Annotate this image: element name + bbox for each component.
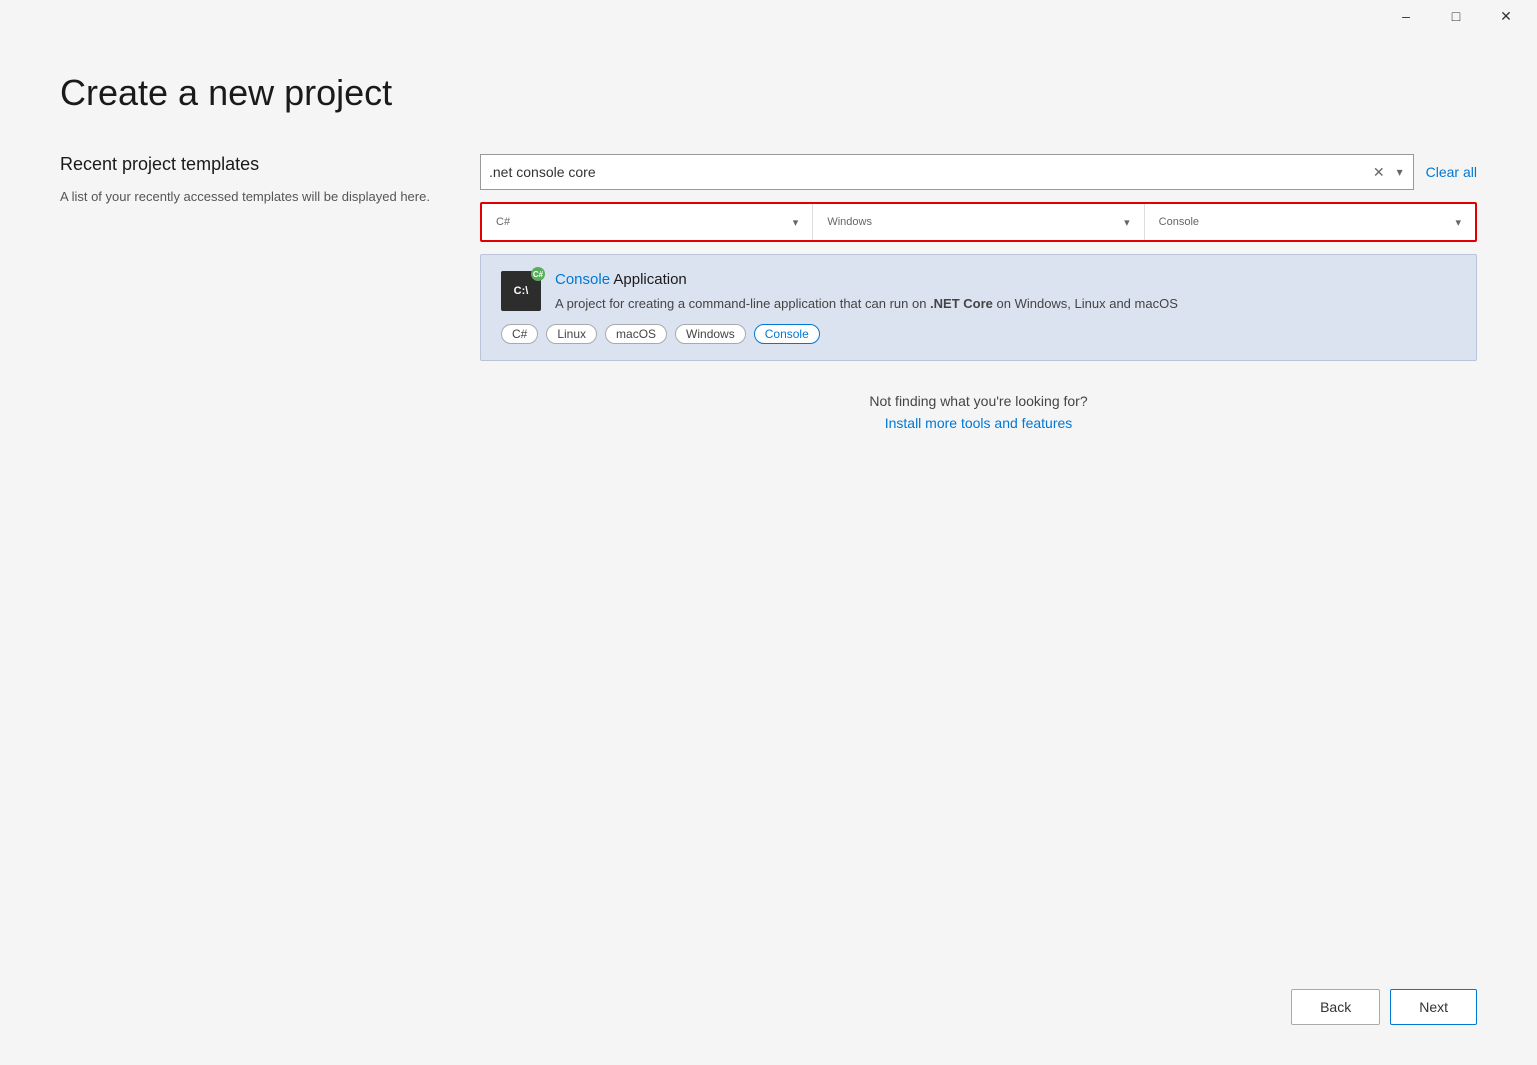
not-finding-text: Not finding what you're looking for? <box>480 393 1477 409</box>
titlebar: – □ ✕ <box>0 0 1537 32</box>
platform-filter-chevron: ▾ <box>1124 216 1130 229</box>
project-type-filter-chevron: ▾ <box>1455 216 1461 229</box>
language-filter-value: C# <box>496 216 510 228</box>
not-finding-section: Not finding what you're looking for? Ins… <box>480 393 1477 433</box>
language-filter-chevron: ▾ <box>793 216 799 229</box>
tag-linux: Linux <box>546 324 597 344</box>
template-info: Console Application A project for creati… <box>555 271 1456 314</box>
results-area: C:\ C# Console Application A project for… <box>480 254 1477 361</box>
template-card-console-app[interactable]: C:\ C# Console Application A project for… <box>480 254 1477 361</box>
search-box: ✕ ▾ <box>480 154 1414 190</box>
platform-filter[interactable]: Windows ▾ <box>813 204 1144 240</box>
page-content: Create a new project Recent project temp… <box>0 32 1537 1065</box>
template-name: Console Application <box>555 271 1456 288</box>
clear-all-button[interactable]: Clear all <box>1426 164 1477 180</box>
recent-templates-desc: A list of your recently accessed templat… <box>60 187 440 207</box>
template-tags: C# Linux macOS Windows Console <box>501 324 1456 344</box>
project-type-filter-value: Console <box>1159 216 1199 228</box>
template-icon: C:\ C# <box>501 271 541 311</box>
close-button[interactable]: ✕ <box>1483 0 1529 32</box>
next-button[interactable]: Next <box>1390 989 1477 1025</box>
minimize-button[interactable]: – <box>1383 0 1429 32</box>
template-name-highlight: Console <box>555 271 610 288</box>
template-name-suffix: Application <box>610 271 687 288</box>
main-area: Recent project templates A list of your … <box>60 154 1477 969</box>
back-button[interactable]: Back <box>1291 989 1380 1025</box>
template-desc-prefix: A project for creating a command-line ap… <box>555 296 930 311</box>
main-window: – □ ✕ Create a new project Recent projec… <box>0 0 1537 1065</box>
tag-csharp: C# <box>501 324 538 344</box>
template-icon-text: C:\ <box>514 285 529 297</box>
search-input[interactable] <box>489 164 1363 180</box>
maximize-button[interactable]: □ <box>1433 0 1479 32</box>
recent-templates-title: Recent project templates <box>60 154 440 175</box>
tag-windows: Windows <box>675 324 746 344</box>
template-desc: A project for creating a command-line ap… <box>555 294 1456 314</box>
template-icon-badge: C# <box>531 267 545 281</box>
right-panel: ✕ ▾ Clear all C# ▾ Windows ▾ <box>480 154 1477 969</box>
tag-console: Console <box>754 324 820 344</box>
template-desc-suffix: on Windows, Linux and macOS <box>993 296 1178 311</box>
platform-filter-value: Windows <box>827 216 872 228</box>
footer: Back Next <box>60 969 1477 1035</box>
template-card-header: C:\ C# Console Application A project for… <box>501 271 1456 314</box>
search-dropdown-button[interactable]: ▾ <box>1395 165 1405 179</box>
search-row: ✕ ▾ Clear all <box>480 154 1477 190</box>
left-panel: Recent project templates A list of your … <box>60 154 440 969</box>
install-tools-link[interactable]: Install more tools and features <box>885 415 1073 431</box>
search-clear-button[interactable]: ✕ <box>1371 164 1387 181</box>
page-title: Create a new project <box>60 72 1477 114</box>
template-desc-bold: .NET Core <box>930 296 993 311</box>
tag-macos: macOS <box>605 324 667 344</box>
language-filter[interactable]: C# ▾ <box>482 204 813 240</box>
project-type-filter[interactable]: Console ▾ <box>1145 204 1475 240</box>
filters-row: C# ▾ Windows ▾ Console ▾ <box>480 202 1477 242</box>
